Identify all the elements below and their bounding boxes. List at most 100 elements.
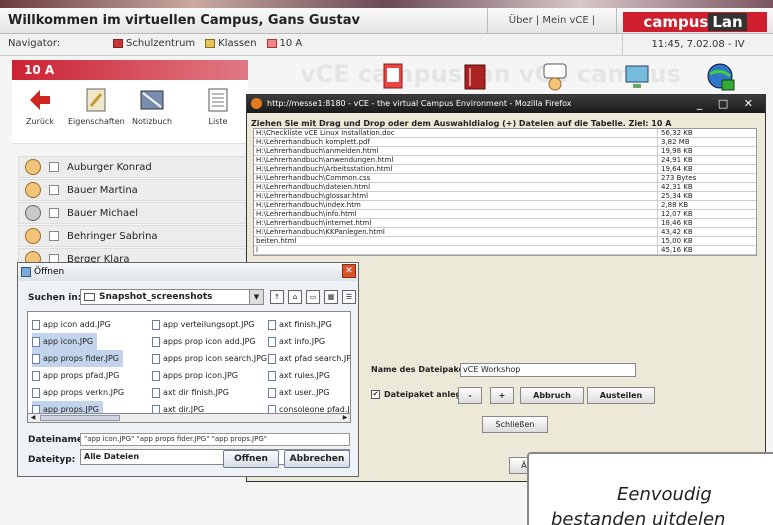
crumb-schulzentrum[interactable]: Schulzentrum <box>113 38 195 49</box>
package-name-input[interactable]: vCE Workshop <box>460 363 636 377</box>
properties-button[interactable]: Eigenschaften <box>68 86 125 126</box>
file-list-item[interactable]: app icon.JPG <box>32 333 98 350</box>
file-name-cell: H:\Lehrerhandbuch\Common.css <box>254 174 658 182</box>
file-table-row[interactable]: H:\Lehrerhandbuch\internet.html 18,46 KB <box>254 219 756 228</box>
folder-icon <box>84 293 95 301</box>
file-table-row[interactable]: H:\Lehrerhandbuch\Arbeitsstation.html 19,… <box>254 165 756 174</box>
filename-input[interactable]: "app icon.JPG" "app props fider.JPG" "ap… <box>80 433 350 446</box>
student-checkbox[interactable] <box>49 162 59 172</box>
file-list-item[interactable]: apps prop icon add.JPG <box>152 333 260 350</box>
toolbar-label: Notizbuch <box>131 117 173 126</box>
open-button[interactable]: Offnen <box>223 450 279 468</box>
file-table-row[interactable]: H:\Lehrerhandbuch\info.html 12,07 KB <box>254 210 756 219</box>
header-links[interactable]: Über | Mein vCE | Abmelden <box>487 8 617 52</box>
file-table-row[interactable]: beiten.html 15,00 KB <box>254 237 756 246</box>
cancel-button[interactable]: Abbruch <box>520 387 584 404</box>
window-controls[interactable]: _ □ ✕ <box>697 95 759 113</box>
student-checkbox[interactable] <box>49 185 59 195</box>
up-folder-icon[interactable]: ↑ <box>270 290 284 304</box>
home-icon[interactable]: ⌂ <box>288 290 302 304</box>
book-icon[interactable] <box>460 62 490 92</box>
open-file-dialog: Öffnen ✕ Suchen in: Snapshot_screenshots ▼… <box>17 262 359 477</box>
file-list-label: axt pfad search.JPG <box>279 354 351 363</box>
file-list-item[interactable]: axt pfad search.JPG <box>268 350 351 367</box>
image-file-icon <box>152 387 160 398</box>
add-file-button[interactable]: + <box>490 387 514 404</box>
file-list-item[interactable]: apps prop icon search.JPG <box>152 350 271 367</box>
horizontal-scrollbar[interactable]: ◀ ▶ <box>27 413 351 423</box>
file-list-item[interactable]: app icon add.JPG <box>32 316 115 333</box>
file-table-row[interactable]: H:\Lehrerhandbuch\glossar.html 25,34 KB <box>254 192 756 201</box>
file-name-cell: H:\Lehrerhandbuch\Arbeitsstation.html <box>254 165 658 173</box>
document-icon[interactable] <box>378 62 408 92</box>
student-row[interactable]: Auburger Konrad <box>18 156 250 178</box>
file-table-row[interactable]: H:\Lehrerhandbuch\anmelden.html 19,98 KB <box>254 147 756 156</box>
globe-icon[interactable] <box>704 62 736 94</box>
file-table-row[interactable]: H:\Lehrerhandbuch\index.htm 2,88 KB <box>254 201 756 210</box>
clock-text: 11:45, 7.02.08 - IV <box>622 34 773 56</box>
scroll-right-icon[interactable]: ▶ <box>340 414 350 422</box>
file-table-row[interactable]: H:\Lehrerhandbuch\KKPanlegen.html 43,42 K… <box>254 228 756 237</box>
student-avatar <box>25 159 41 175</box>
file-list-item[interactable]: axt dir finish.JPG <box>152 384 233 401</box>
file-list-item[interactable]: app verteilungsopt.JPG <box>152 316 258 333</box>
notebook-button[interactable]: Notizbuch <box>124 86 180 126</box>
campuslan-logo: campus Lan <box>623 12 767 32</box>
close-icon[interactable]: ✕ <box>342 264 356 278</box>
chevron-down-icon: ▼ <box>249 290 263 304</box>
computer-icon[interactable] <box>623 62 653 92</box>
file-table-row[interactable]: H:\Lehrerhandbuch komplett.pdf 3,82 MB <box>254 138 756 147</box>
file-size-cell: 273 Bytes <box>661 174 697 182</box>
dialog-toolbar: ↑ ⌂ ▭ ▦ ☰ <box>270 290 356 304</box>
list-view-icon[interactable]: ▦ <box>324 290 338 304</box>
file-list-item[interactable]: axt finish.JPG <box>268 316 336 333</box>
student-checkbox[interactable] <box>49 208 59 218</box>
share-button[interactable]: Austeilen <box>587 387 655 404</box>
student-row[interactable]: Bauer Michael <box>18 202 250 224</box>
file-list[interactable]: app icon add.JPG app icon.JPG app props fi… <box>27 311 351 420</box>
file-list-item[interactable]: axt rules.JPG <box>268 367 334 384</box>
crumb-klassen[interactable]: Klassen <box>205 38 257 49</box>
file-list-item[interactable]: axt user..JPG <box>268 384 334 401</box>
file-list-label: axt info.JPG <box>279 337 326 346</box>
create-package-checkbox[interactable]: ✔ <box>371 390 380 399</box>
remove-file-button[interactable]: - <box>458 387 482 404</box>
image-file-icon <box>268 353 276 364</box>
file-table-row[interactable]: H:\Checkliste vCE Linux Installation.doc… <box>254 129 756 138</box>
details-view-icon[interactable]: ☰ <box>342 290 356 304</box>
new-folder-icon[interactable]: ▭ <box>306 290 320 304</box>
file-table-row[interactable]: l 45,16 KB <box>254 246 756 255</box>
file-list-item[interactable]: app props verkn.JPG <box>32 384 128 401</box>
file-list-label: axt user..JPG <box>279 388 330 397</box>
user-chat-icon[interactable] <box>540 62 570 92</box>
back-button[interactable]: Zurück <box>12 86 68 126</box>
student-checkbox[interactable] <box>49 231 59 241</box>
scroll-thumb[interactable] <box>40 415 120 421</box>
file-list-label: app icon add.JPG <box>43 320 111 329</box>
file-table-row[interactable]: H:\Lehrerhandbuch\anwendungen.html 24,91 … <box>254 156 756 165</box>
class-title-bar: 10 A <box>12 60 248 80</box>
speech-callout: Eenvoudig bestanden uitdelen <box>527 452 773 525</box>
crumb-10a[interactable]: 10 A <box>266 38 302 49</box>
list-button[interactable]: Liste <box>190 86 246 126</box>
file-list-item[interactable]: app props fider.JPG <box>32 350 123 367</box>
file-list-item[interactable]: apps prop icon.JPG <box>152 367 242 384</box>
lookin-dropdown[interactable]: Snapshot_screenshots ▼ <box>80 289 264 305</box>
file-table-row[interactable]: H:\Lehrerhandbuch\Common.css 273 Bytes <box>254 174 756 183</box>
close-button[interactable]: Schließen <box>482 416 548 433</box>
student-row[interactable]: Bauer Martina <box>18 179 250 201</box>
toolbar-label: Eigenschaften <box>68 117 125 126</box>
toolbar-label: Liste <box>208 117 228 126</box>
file-list-item[interactable]: app props pfad.JPG <box>32 367 123 384</box>
student-name: Behringer Sabrina <box>67 230 158 242</box>
file-size-cell: 3,82 MB <box>661 138 690 146</box>
student-row[interactable]: Behringer Sabrina <box>18 225 250 247</box>
cancel-dialog-button[interactable]: Abbrechen <box>284 450 350 468</box>
file-size-cell: 42,31 KB <box>661 183 693 191</box>
file-list-item[interactable]: axt info.JPG <box>268 333 329 350</box>
file-table[interactable]: H:\Checkliste vCE Linux Installation.doc… <box>253 128 757 256</box>
image-file-icon <box>268 319 276 330</box>
scroll-left-icon[interactable]: ◀ <box>28 414 38 422</box>
file-table-row[interactable]: H:\Lehrerhandbuch\dateien.html 42,31 KB <box>254 183 756 192</box>
file-name-cell: H:\Lehrerhandbuch komplett.pdf <box>254 138 658 146</box>
